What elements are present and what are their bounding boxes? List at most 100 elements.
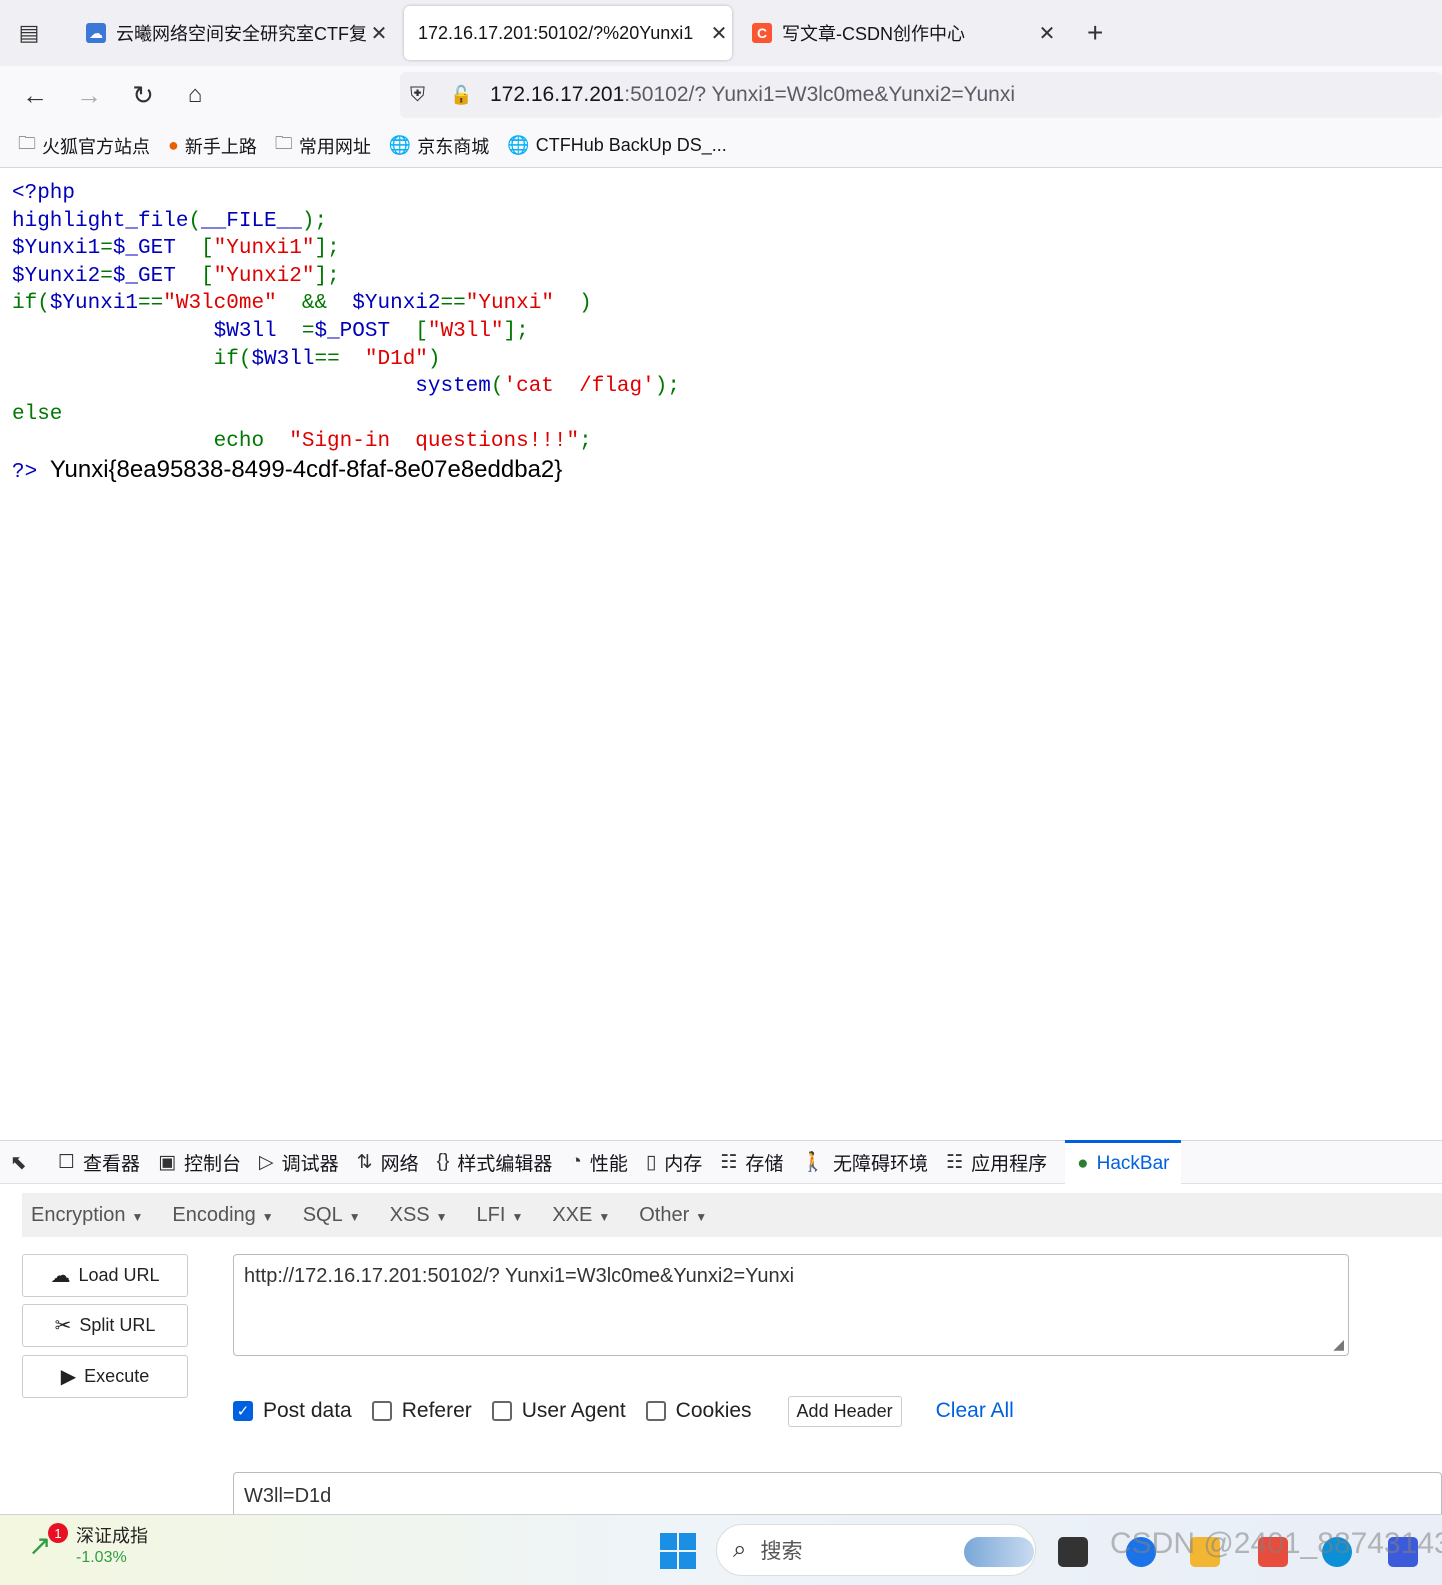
search-placeholder: 搜索 bbox=[760, 1540, 803, 1563]
menu-xxe[interactable]: XXE ▼ bbox=[552, 1204, 610, 1227]
execute-button[interactable]: ▶ Execute bbox=[22, 1355, 188, 1398]
code-token: ; bbox=[579, 430, 592, 454]
devtools-tab-label: 调试器 bbox=[281, 1153, 339, 1175]
request-options: ✓ Post data Referer User Agent Cookies Ad… bbox=[233, 1394, 1014, 1428]
windows-start-icon[interactable] bbox=[660, 1533, 696, 1569]
url-textarea[interactable]: http://172.16.17.201:50102/? Yunxi1=W3lc… bbox=[233, 1254, 1349, 1356]
bookmark-label: 京东商城 bbox=[417, 136, 490, 157]
menu-lfi[interactable]: LFI ▼ bbox=[477, 1204, 524, 1227]
add-header-button[interactable]: Add Header bbox=[787, 1395, 902, 1427]
close-icon[interactable]: ✕ bbox=[706, 21, 732, 46]
insecure-lock-icon[interactable]: 🔓 bbox=[450, 85, 474, 106]
bookmark-label: 新手上路 bbox=[184, 136, 257, 157]
code-token: ) bbox=[553, 292, 592, 316]
code-token: $Yunxi1 bbox=[49, 292, 139, 316]
cloud-icon: ☁ bbox=[86, 23, 106, 43]
tab-yunxi-ctf[interactable]: ☁ 云曦网络空间安全研究室CTF复 ✕ bbox=[72, 6, 392, 60]
load-url-button[interactable]: ☁ Load URL bbox=[22, 1254, 188, 1297]
menu-encryption[interactable]: Encryption ▼ bbox=[31, 1204, 143, 1227]
menu-sql[interactable]: SQL ▼ bbox=[303, 1204, 361, 1227]
reload-icon[interactable]: ↻ bbox=[128, 80, 158, 110]
code-token: $W3ll bbox=[12, 319, 277, 343]
close-icon[interactable]: ✕ bbox=[366, 21, 392, 46]
url-text[interactable]: 172.16.17.201:50102/? Yunxi1=W3lc0me&Yun… bbox=[490, 83, 1015, 107]
address-bar[interactable]: ⛨ 🔓 172.16.17.201:50102/? Yunxi1=W3lc0me… bbox=[400, 72, 1442, 118]
code-token: ) bbox=[427, 347, 441, 371]
devtools-tab-hackbar[interactable]: ● HackBar bbox=[1065, 1140, 1182, 1184]
caret-down-icon: ▼ bbox=[261, 1209, 274, 1224]
devtools-tab-application[interactable]: ☷ 应用程序 bbox=[946, 1140, 1047, 1184]
referer-checkbox[interactable]: Referer bbox=[371, 1399, 472, 1423]
shield-icon[interactable]: ⛨ bbox=[410, 84, 434, 107]
bookmark-ctfhub[interactable]: 🌐 CTFHub BackUp DS_... bbox=[507, 135, 726, 156]
devtools-tab-network[interactable]: ⇅ 网络 bbox=[357, 1140, 419, 1184]
resize-handle-icon[interactable]: ◢ bbox=[1333, 1336, 1344, 1353]
devtools-tab-label: HackBar bbox=[1096, 1152, 1170, 1174]
cookies-checkbox[interactable]: Cookies bbox=[645, 1399, 752, 1423]
devtools-tab-console[interactable]: ▣ 控制台 bbox=[158, 1140, 241, 1184]
checkbox-box bbox=[491, 1401, 512, 1421]
tab-title: 写文章-CSDN创作中心 bbox=[782, 24, 965, 44]
cloud-download-icon: ☁ bbox=[50, 1265, 71, 1287]
code-token: [ bbox=[175, 264, 214, 288]
devtools-tab-memory[interactable]: ▯ 内存 bbox=[646, 1140, 702, 1184]
code-token: == bbox=[138, 292, 164, 316]
play-circle-icon: ▶ bbox=[60, 1366, 77, 1388]
menu-encoding[interactable]: Encoding ▼ bbox=[172, 1204, 273, 1227]
task-view-icon[interactable] bbox=[1058, 1537, 1088, 1567]
code-token: = bbox=[100, 264, 113, 288]
bookmark-common-sites[interactable]: 🗀 常用网址 bbox=[275, 131, 371, 161]
tab-active-challenge[interactable]: 172.16.17.201:50102/?%20Yunxi1 ✕ bbox=[404, 6, 732, 60]
flag-output: Yunxi{8ea95838-8499-4cdf-8faf-8e07e8eddb… bbox=[49, 455, 563, 483]
scissors-icon: ✂ bbox=[54, 1315, 72, 1337]
url-textarea-value: http://172.16.17.201:50102/? Yunxi1=W3lc… bbox=[244, 1265, 795, 1287]
stock-widget[interactable]: ↗ 1 深证成指 -1.03% bbox=[28, 1523, 148, 1569]
devtools-tab-accessibility[interactable]: 🚶 无障碍环境 bbox=[801, 1140, 928, 1184]
storage-icon: ☷ bbox=[720, 1151, 738, 1173]
split-url-button[interactable]: ✂ Split URL bbox=[22, 1304, 188, 1347]
element-picker-icon[interactable]: ⬉ bbox=[10, 1150, 40, 1175]
code-token: ]; bbox=[314, 237, 340, 261]
code-token: [ bbox=[175, 237, 214, 261]
forward-arrow-icon[interactable]: → bbox=[74, 80, 104, 110]
tab-list-button[interactable]: ▤ bbox=[14, 18, 44, 48]
style-editor-icon: {} bbox=[436, 1151, 450, 1172]
devtools-tab-inspector[interactable]: ☐ 查看器 bbox=[58, 1140, 140, 1184]
menu-label: XXE bbox=[552, 1203, 593, 1226]
code-token: ?> bbox=[12, 460, 38, 484]
code-token: $_GET bbox=[112, 237, 176, 261]
weather-widget-icon[interactable] bbox=[964, 1537, 1034, 1567]
inspector-icon: ☐ bbox=[58, 1151, 76, 1173]
tab-title: 云曦网络空间安全研究室CTF复 bbox=[116, 24, 366, 44]
devtools-tab-performance[interactable]: ◔ 性能 bbox=[570, 1140, 628, 1184]
bookmark-getting-started[interactable]: ● 新手上路 bbox=[168, 133, 257, 159]
user-agent-checkbox[interactable]: User Agent bbox=[491, 1399, 626, 1423]
bookmark-jd[interactable]: 🌐 京东商城 bbox=[389, 133, 489, 159]
button-label: Load URL bbox=[78, 1265, 160, 1285]
back-arrow-icon[interactable]: ← bbox=[20, 80, 50, 110]
menu-other[interactable]: Other ▼ bbox=[639, 1204, 707, 1227]
csdn-logo-icon: C bbox=[752, 23, 772, 43]
page-content: <?php highlight_file(__FILE__); $Yunxi1=… bbox=[0, 168, 1442, 1140]
navigation-bar: ← → ↻ ⌂ ⛨ 🔓 172.16.17.201:50102/? Yunxi1… bbox=[0, 66, 1442, 124]
bookmark-firefox-official[interactable]: 🗀 火狐官方站点 bbox=[18, 131, 150, 161]
checkmark-icon: ✓ bbox=[233, 1401, 253, 1421]
post-data-checkbox[interactable]: ✓ Post data bbox=[233, 1399, 352, 1423]
menu-xss[interactable]: XSS ▼ bbox=[390, 1204, 448, 1227]
code-token: if( bbox=[12, 347, 252, 371]
bookmark-label: 火狐官方站点 bbox=[42, 136, 150, 157]
new-tab-icon[interactable]: + bbox=[1087, 18, 1103, 48]
devtools-tab-label: 性能 bbox=[589, 1153, 628, 1175]
devtools-tab-style-editor[interactable]: {} 样式编辑器 bbox=[437, 1140, 553, 1184]
caret-down-icon: ▼ bbox=[511, 1209, 524, 1224]
firefox-icon: ● bbox=[168, 135, 179, 155]
home-icon[interactable]: ⌂ bbox=[180, 80, 210, 110]
clear-all-link[interactable]: Clear All bbox=[936, 1399, 1014, 1423]
devtools-tab-debugger[interactable]: ▷ 调试器 bbox=[259, 1140, 339, 1184]
devtools-tab-storage[interactable]: ☷ 存储 bbox=[720, 1140, 783, 1184]
tab-csdn[interactable]: C 写文章-CSDN创作中心 ✕ bbox=[738, 6, 1060, 60]
devtools-tab-label: 应用程序 bbox=[971, 1153, 1048, 1175]
close-icon[interactable]: ✕ bbox=[1034, 21, 1060, 46]
devtools-tab-label: 样式编辑器 bbox=[457, 1153, 553, 1175]
code-token: echo bbox=[12, 430, 290, 454]
